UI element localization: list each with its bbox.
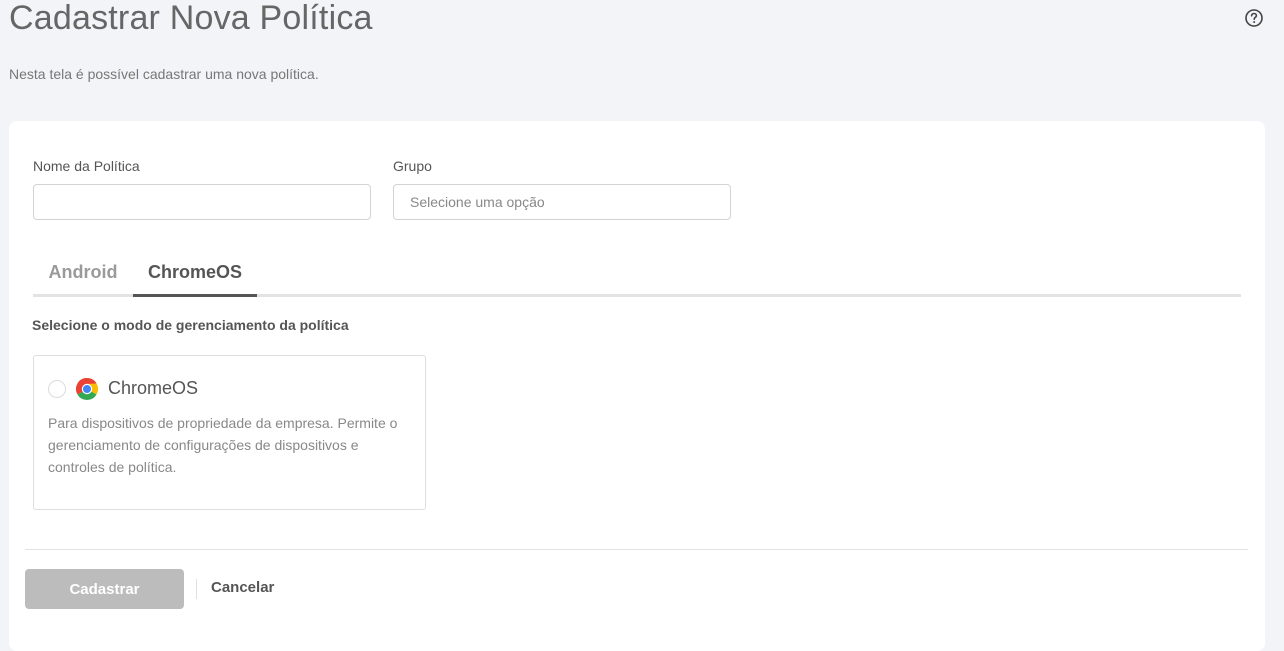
group-select[interactable]: Selecione uma opção: [393, 184, 731, 220]
mode-description: Para dispositivos de propriedade da empr…: [48, 415, 398, 475]
button-separator: [196, 579, 197, 599]
mode-radio[interactable]: [48, 380, 66, 398]
mode-title: ChromeOS: [108, 378, 199, 398]
tab-android[interactable]: Android: [33, 262, 133, 294]
cancel-button[interactable]: Cancelar: [211, 579, 274, 596]
group-select-placeholder: Selecione uma opção: [410, 194, 545, 210]
question-circle-icon[interactable]: [1244, 8, 1264, 28]
mode-option-chromeos[interactable]: ChromeOS Para dispositivos de propriedad…: [33, 355, 426, 510]
tab-chromeos[interactable]: ChromeOS: [133, 262, 257, 297]
footer-divider: [25, 549, 1248, 550]
management-mode-label: Selecione o modo de gerenciamento da pol…: [32, 317, 349, 333]
policy-name-label: Nome da Política: [33, 158, 140, 174]
page-title: Cadastrar Nova Política: [9, 0, 373, 37]
group-label: Grupo: [393, 158, 432, 174]
page-subtitle: Nesta tela é possível cadastrar uma nova…: [9, 66, 319, 82]
policy-name-input[interactable]: [33, 184, 371, 220]
form-card: Nome da Política Grupo Selecione uma opç…: [9, 121, 1265, 651]
platform-tabs: Android ChromeOS: [33, 256, 1241, 297]
chrome-icon: [75, 378, 99, 401]
submit-button[interactable]: Cadastrar: [25, 569, 184, 609]
